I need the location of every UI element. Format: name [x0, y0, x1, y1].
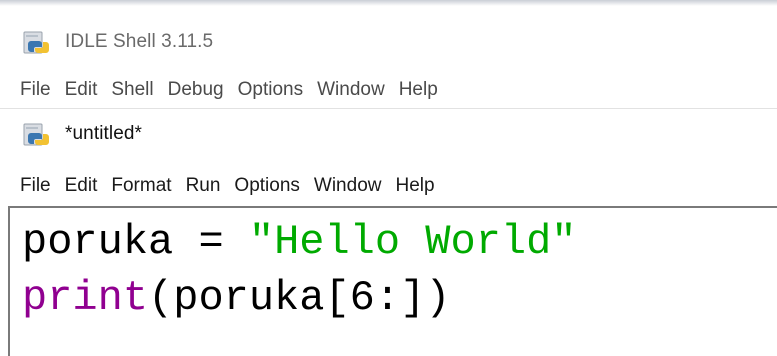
shell-menu-debug[interactable]: Debug — [161, 75, 231, 105]
string-literal: "Hello World" — [248, 218, 577, 266]
shell-menu-file[interactable]: File — [0, 75, 58, 105]
python-idle-icon — [22, 121, 52, 147]
window-divider — [0, 108, 777, 109]
editor-menu-format[interactable]: Format — [104, 171, 178, 201]
shell-menu-shell[interactable]: Shell — [104, 75, 160, 105]
python-idle-icon — [22, 29, 52, 55]
variable-token: poruka — [22, 218, 174, 266]
code-line-2[interactable]: print(poruka[6:]) — [22, 272, 450, 324]
shell-menu-options[interactable]: Options — [231, 75, 310, 105]
shell-title-bar[interactable]: IDLE Shell 3.11.5 — [0, 22, 777, 62]
editor-menu-window[interactable]: Window — [307, 171, 389, 201]
shell-menu-help[interactable]: Help — [392, 75, 445, 105]
shell-menu-window[interactable]: Window — [310, 75, 392, 105]
assign-operator: = — [173, 218, 249, 266]
window-top-edge — [0, 0, 777, 6]
builtin-token: print — [22, 274, 149, 322]
editor-menu-edit[interactable]: Edit — [58, 171, 105, 201]
editor-window-title: *untitled* — [65, 123, 143, 144]
code-line-1[interactable]: poruka = "Hello World" — [22, 216, 577, 268]
editor-menu-options[interactable]: Options — [227, 171, 306, 201]
shell-menu-bar: File Edit Shell Debug Options Window Hel… — [0, 74, 777, 106]
editor-menu-file[interactable]: File — [0, 171, 58, 201]
editor-menu-help[interactable]: Help — [388, 171, 441, 201]
shell-window-title: IDLE Shell 3.11.5 — [65, 31, 214, 52]
call-arguments: (poruka[6:]) — [148, 274, 451, 322]
editor-menu-bar: File Edit Format Run Options Window Help — [0, 170, 777, 202]
shell-menu-edit[interactable]: Edit — [58, 75, 105, 105]
editor-title-bar[interactable]: *untitled* — [0, 114, 777, 154]
editor-menu-run[interactable]: Run — [179, 171, 228, 201]
code-editor[interactable]: poruka = "Hello World" print(poruka[6:]) — [8, 206, 777, 356]
